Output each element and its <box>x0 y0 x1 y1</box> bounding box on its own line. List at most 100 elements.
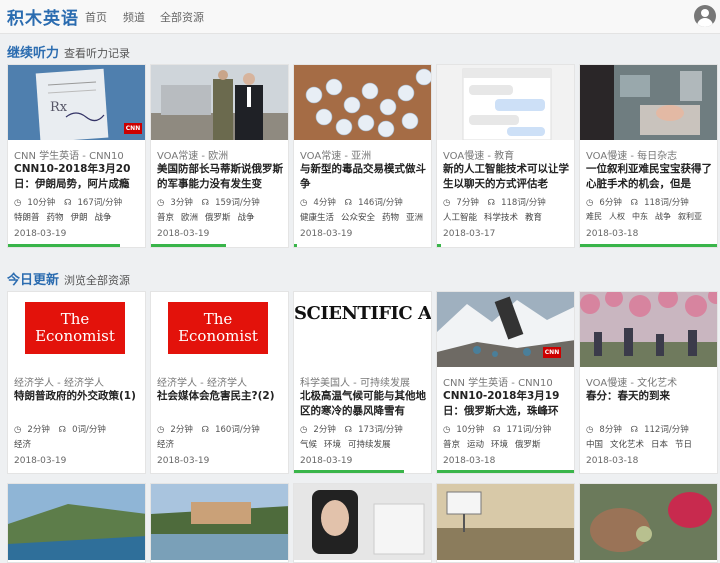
card-speed: 171词/分钟 <box>506 425 552 435</box>
card-tags: 经济 <box>157 438 181 450</box>
card-title[interactable]: CNN10-2018年3月19日：俄罗斯大选，珠峰环 <box>443 389 573 419</box>
card-meta: ◷ 8分钟 ☊ 112词/分钟 <box>586 423 695 435</box>
card-title[interactable]: 美国防部长马蒂斯说俄罗斯的军事能力没有发生变 <box>157 162 287 192</box>
card-title[interactable]: 一位叙利亚难民宝宝获得了心脏手术的机会，但是 <box>586 162 716 192</box>
card-title[interactable]: 社会媒体会危害民主?(2) <box>157 389 287 419</box>
tag[interactable]: 气候 <box>300 440 317 450</box>
card-title[interactable]: 北极高温气候可能与其他地区的寒冷的暴风降雪有 <box>300 389 430 419</box>
card-thumbnail[interactable] <box>580 292 717 367</box>
tag[interactable]: 公众安全 <box>341 213 375 223</box>
card-category: VOA慢速 - 教育 <box>443 151 515 162</box>
card-meta: ◷ 7分钟 ☊ 118词/分钟 <box>443 196 552 208</box>
card-category: VOA常速 - 欧洲 <box>157 151 229 162</box>
tag[interactable]: 特朗普 <box>14 213 40 223</box>
resource-card[interactable]: VOA常速 - 亚洲 与新型的毒品交易模式做斗争 ◷ 4分钟 ☊ 146词/分钟 健… <box>293 64 432 248</box>
resource-card[interactable] <box>293 483 432 563</box>
tag[interactable]: 节日 <box>675 440 692 450</box>
card-title[interactable]: 特朗普政府的外交政策(1) <box>14 389 144 419</box>
tag[interactable]: 运动 <box>467 440 484 450</box>
tag[interactable]: 科学技术 <box>484 213 518 223</box>
tag[interactable]: 人权 <box>609 212 625 221</box>
view-history-link[interactable]: 查看听力记录 <box>64 45 130 61</box>
resource-card[interactable]: The Economist 经济学人 - 经济学人 特朗普政府的外交政策(1) … <box>7 291 146 474</box>
tag[interactable]: 难民 <box>586 212 602 221</box>
tag[interactable]: 中国 <box>586 440 603 450</box>
tag[interactable]: 战争 <box>238 213 255 223</box>
resource-card[interactable]: VOA常速 - 欧洲 美国防部长马蒂斯说俄罗斯的军事能力没有发生变 ◷ 3分钟 ☊… <box>150 64 289 248</box>
tag[interactable]: 日本 <box>651 440 668 450</box>
tag[interactable]: 人工智能 <box>443 213 477 223</box>
tag[interactable]: 药物 <box>382 213 399 223</box>
brand-logo[interactable]: 积木英语 <box>7 4 79 29</box>
card-thumbnail[interactable]: SCIENTIFIC AMERICAN <box>294 292 431 367</box>
tag[interactable]: 伊朗 <box>71 213 88 223</box>
tag[interactable]: 亚洲 <box>406 213 423 223</box>
card-speed: 167词/分钟 <box>77 198 123 208</box>
tag[interactable]: 普京 <box>443 440 460 450</box>
clock-icon: ◷ <box>586 425 594 435</box>
resource-card[interactable]: SCIENTIFIC AMERICAN 科学美国人 - 可持续发展 北极高温气候… <box>293 291 432 474</box>
card-title[interactable]: 与新型的毒品交易模式做斗争 <box>300 162 430 192</box>
resource-card[interactable]: VOA慢速 - 教育 新的人工智能技术可以让学生以聊天的方式评估老 ◷ 7分钟 ☊… <box>436 64 575 248</box>
tag[interactable]: 文化艺术 <box>610 440 644 450</box>
tag[interactable]: 普京 <box>157 213 174 223</box>
tag[interactable]: 教育 <box>525 213 542 223</box>
tag[interactable]: 环境 <box>491 440 508 450</box>
card-thumbnail[interactable] <box>580 65 717 140</box>
scientific-american-logo: SCIENTIFIC AMERICAN <box>294 292 431 367</box>
tag[interactable]: 经济 <box>14 440 31 450</box>
tag[interactable]: 俄罗斯 <box>205 213 231 223</box>
tag[interactable]: 可持续发展 <box>348 440 391 450</box>
card-meta: ◷ 3分钟 ☊ 159词/分钟 <box>157 196 266 208</box>
card-thumbnail[interactable] <box>8 484 145 560</box>
card-tags: 人工智能 科学技术 教育 <box>443 211 549 223</box>
headphones-icon: ☊ <box>58 425 67 435</box>
listen-progress-bar <box>580 244 717 247</box>
card-title[interactable]: 春分：春天的到来 <box>586 389 716 419</box>
card-thumbnail[interactable] <box>151 65 288 140</box>
card-title[interactable]: 新的人工智能技术可以让学生以聊天的方式评估老 <box>443 162 573 192</box>
nav-home[interactable]: 首页 <box>85 9 107 25</box>
tag[interactable]: 战争 <box>95 213 112 223</box>
card-thumbnail[interactable]: The Economist <box>8 292 145 367</box>
tag[interactable]: 经济 <box>157 440 174 450</box>
card-thumbnail[interactable]: Rx CNN <box>8 65 145 140</box>
card-thumbnail[interactable]: CNN <box>437 292 574 367</box>
clock-icon: ◷ <box>157 198 165 208</box>
tag[interactable]: 欧洲 <box>181 213 198 223</box>
resource-card[interactable] <box>150 483 289 563</box>
tag[interactable]: 环境 <box>324 440 341 450</box>
card-tags: 普京 运动 环境 俄罗斯 <box>443 438 548 450</box>
card-thumbnail[interactable] <box>437 65 574 140</box>
card-thumbnail[interactable] <box>151 484 288 560</box>
resource-card[interactable] <box>7 483 146 563</box>
resource-card[interactable] <box>436 483 575 563</box>
browse-all-link[interactable]: 浏览全部资源 <box>64 272 130 288</box>
card-title[interactable]: CNN10-2018年3月20日：伊朗局势，阿片成瘾 <box>14 162 144 192</box>
card-tags: 普京 欧洲 俄罗斯 战争 <box>157 211 262 223</box>
card-thumbnail[interactable] <box>437 484 574 560</box>
resource-card[interactable] <box>579 483 718 563</box>
resource-card[interactable]: CNN CNN 学生英语 - CNN10 CNN10-2018年3月19日：俄罗… <box>436 291 575 474</box>
resource-card[interactable]: VOA慢速 - 每日杂志 一位叙利亚难民宝宝获得了心脏手术的机会，但是 ◷ 6分钟… <box>579 64 718 248</box>
resource-card[interactable]: VOA慢速 - 文化艺术 春分：春天的到来 ◷ 8分钟 ☊ 112词/分钟 中国 文化… <box>579 291 718 474</box>
user-avatar-icon[interactable] <box>694 5 716 27</box>
nav-all-resources[interactable]: 全部资源 <box>160 9 204 25</box>
tag[interactable]: 药物 <box>47 213 64 223</box>
card-category: CNN 学生英语 - CNN10 <box>14 151 124 162</box>
nav-channels[interactable]: 频道 <box>123 9 145 25</box>
tag[interactable]: 俄罗斯 <box>515 440 541 450</box>
resource-card[interactable]: The Economist 经济学人 - 经济学人 社会媒体会危害民主?(2) … <box>150 291 289 474</box>
resource-card[interactable]: Rx CNN CNN 学生英语 - CNN10 CNN10-2018年3月20日… <box>7 64 146 248</box>
tag[interactable]: 战争 <box>655 212 671 221</box>
card-thumbnail[interactable] <box>580 484 717 560</box>
tag[interactable]: 健康生活 <box>300 213 334 223</box>
card-thumbnail[interactable] <box>294 484 431 560</box>
section-title-today: 今日更新 <box>7 273 60 288</box>
tag[interactable]: 叙利亚 <box>678 212 702 221</box>
tag[interactable]: 中东 <box>632 212 648 221</box>
card-duration: 10分钟 <box>456 425 485 435</box>
card-thumbnail[interactable] <box>294 65 431 140</box>
headphones-icon: ☊ <box>630 198 639 208</box>
card-thumbnail[interactable]: The Economist <box>151 292 288 367</box>
